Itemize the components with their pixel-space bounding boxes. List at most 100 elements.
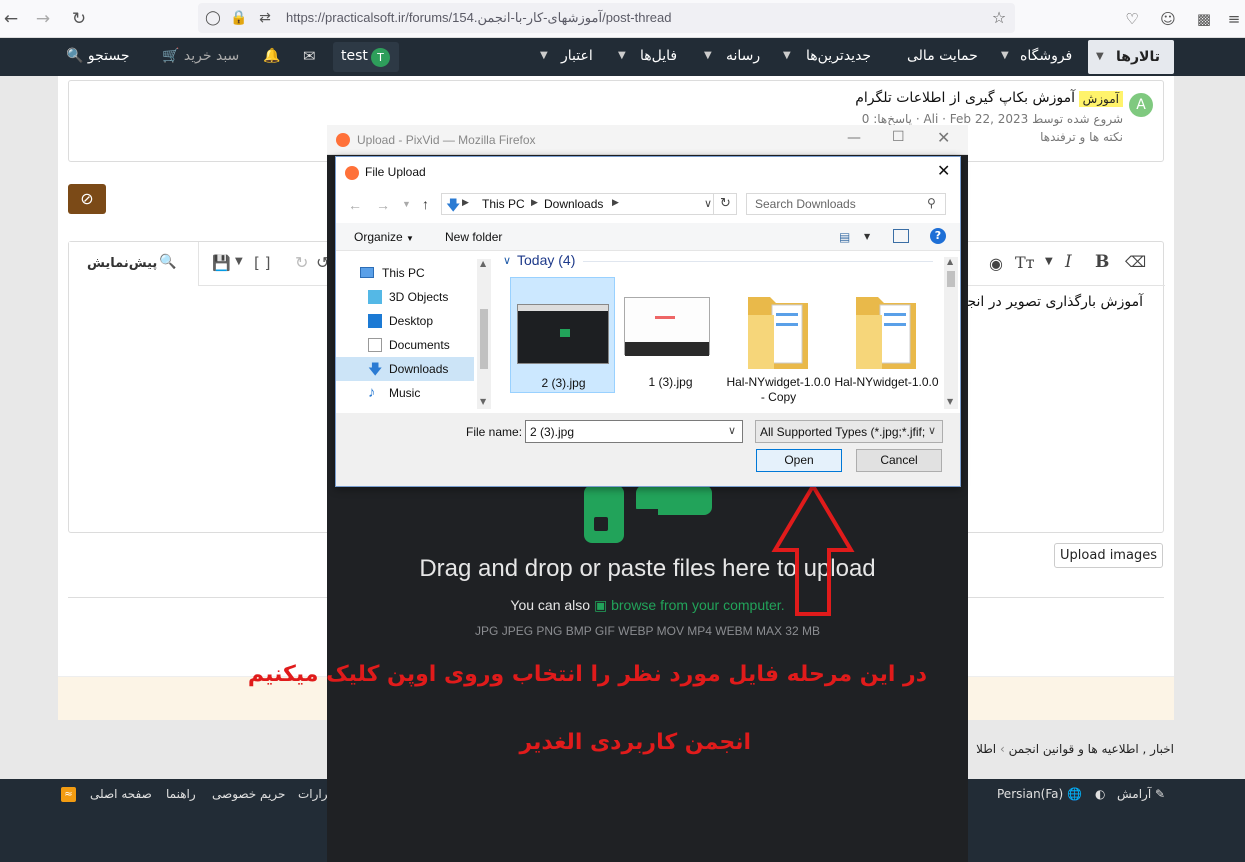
chevron-down-icon[interactable]: ▼ [480,397,486,406]
nav-item-store[interactable]: فروشگاه [1020,38,1072,74]
inbox-icon[interactable]: ✉ [303,38,316,74]
file-tile[interactable]: 2 (3).jpg [510,277,615,393]
organize-button[interactable]: Organize ▼ [354,230,414,244]
chevron-down-icon[interactable]: ∨ [704,197,712,210]
tree-item-3d-objects[interactable]: 3D Objects [336,285,476,309]
prefix-badge[interactable]: آموزش [1078,91,1123,107]
redo-icon[interactable]: ↻ [295,253,308,272]
extensions-icon[interactable]: ▩ [1193,8,1215,30]
view-icon[interactable]: ▤ [839,230,850,244]
chevron-down-icon[interactable]: ▼ [1096,40,1104,74]
cancel-button[interactable]: Cancel [856,449,942,472]
chevron-down-icon[interactable]: ▼ [540,38,548,74]
refresh-icon[interactable]: ↻ [713,193,737,215]
nav-item-files[interactable]: فایل‌ها [640,38,677,74]
user-menu[interactable]: test T [333,42,399,72]
browse-link[interactable]: browse from your computer. [611,597,785,613]
clear-format-icon[interactable]: ⌫ [1125,253,1146,271]
reload-icon[interactable]: ↻ [68,8,90,30]
chevron-down-icon[interactable]: ▼ [1001,38,1009,74]
bell-icon[interactable]: 🔔 [263,38,280,74]
preview-toggle[interactable]: پیش‌نمایش 🔍 [69,242,199,286]
path-downloads[interactable]: Downloads [544,197,603,211]
nav-item-latest[interactable]: جدیدترین‌ها [806,38,871,74]
footer-link-privacy[interactable]: حریم خصوصی [212,787,285,801]
up-icon[interactable]: ↑ [422,196,429,212]
tree-item-this-pc[interactable]: This PC [336,261,476,285]
folder-plus-icon[interactable]: ▣ [594,597,607,613]
chevron-down-icon[interactable]: ∨ [728,424,736,437]
account-icon[interactable]: ☺ [1157,8,1179,30]
search-button[interactable]: جستجو 🔍 [66,38,130,74]
footer-link-home[interactable]: صفحه اصلی [90,787,152,801]
url-bar[interactable]: ◯ 🔒 ⇄ https://practicalsoft.ir/forums/15… [198,3,1015,33]
chevron-down-icon[interactable]: ▼ [864,232,870,241]
search-downloads-input[interactable]: Search Downloads ⚲ [746,193,946,215]
forward-icon[interactable]: → [376,197,390,213]
chevron-down-icon[interactable]: ∨ [503,254,511,267]
chevron-down-icon[interactable]: ▼ [704,38,712,74]
upload-images-button[interactable]: Upload images [1054,543,1163,568]
tree-item-downloads[interactable]: 🡇 Downloads [336,357,474,381]
footer-link-help[interactable]: راهنما [166,787,196,801]
file-type-select[interactable]: All Supported Types (*.jpg;*.jfif; ∨ [755,420,943,443]
forward-icon[interactable]: → [32,8,54,30]
help-icon[interactable]: ? [930,228,946,244]
preview-pane-icon[interactable] [893,229,909,243]
chevron-down-icon[interactable]: ∨ [926,424,937,437]
group-header[interactable]: Today (4) [517,252,575,268]
tree-item-desktop[interactable]: Desktop [336,309,476,333]
palette-icon[interactable]: ◉ [989,254,1003,273]
pocket-icon[interactable]: ♡ [1121,8,1143,30]
address-bar[interactable]: 🡇 ▶ This PC ▶ Downloads ▶ ∨ [441,193,737,215]
font-size-icon[interactable]: Tт [1015,253,1035,272]
chevron-down-icon[interactable]: ▼ [235,256,243,267]
nav-scrollbar[interactable]: ▲ ▼ [477,259,491,409]
nav-item-media[interactable]: رسانه [726,38,760,74]
breadcrumb-item[interactable]: اطلا [976,742,996,756]
tree-item-documents[interactable]: Documents [336,333,476,357]
chevron-up-icon[interactable]: ▲ [480,259,486,268]
permissions-icon[interactable]: ⇄ [254,7,276,29]
scrollbar-thumb[interactable] [947,271,955,287]
maximize-icon[interactable]: ☐ [892,129,905,145]
menu-icon[interactable]: ≡ [1223,8,1245,30]
nav-item-donate[interactable]: حمایت مالی [907,38,978,74]
new-folder-button[interactable]: New folder [445,230,502,244]
save-draft-icon[interactable]: 💾 [212,254,231,272]
recent-dropdown-icon[interactable]: ▼ [402,199,411,209]
close-icon[interactable]: ✕ [937,161,950,180]
theme-switch[interactable]: ✎ آرامش [1117,787,1165,801]
scrollbar-thumb[interactable] [480,309,488,369]
contrast-icon[interactable]: ◐ [1095,787,1105,801]
italic-icon[interactable]: I [1065,252,1072,272]
cart-button[interactable]: سبد خرید 🛒 [162,38,239,74]
fullscreen-icon[interactable]: [ ] [254,254,270,272]
thread-forum[interactable]: نکته ها و ترفندها [1040,130,1123,144]
file-tile[interactable]: Hal-NYwidget-1.0.0 [834,277,939,393]
file-tile[interactable]: 1 (3).jpg [618,277,723,393]
files-scrollbar[interactable]: ▲ ▼ [944,257,958,409]
chevron-down-icon[interactable]: ▼ [947,397,953,406]
tree-item-music[interactable]: ♪ Music [336,381,476,405]
rss-icon[interactable]: ≈ [61,787,76,802]
shield-icon[interactable]: ◯ [202,7,224,29]
chevron-down-icon[interactable]: ▼ [783,38,791,74]
file-name-input[interactable]: 2 (3).jpg ∨ [525,420,743,443]
nav-item-forums[interactable]: تالارها ▼ [1088,40,1174,74]
file-tile[interactable]: Hal-NYwidget-1.0.0 - Copy [726,277,831,404]
nav-item-credit[interactable]: اعتبار [561,38,593,74]
chevron-down-icon[interactable]: ▼ [1045,256,1053,267]
back-icon[interactable]: ← [348,197,362,213]
prefix-clear-button[interactable]: ⊘ [68,184,106,214]
url-text[interactable]: https://practicalsoft.ir/forums/154.آموز… [286,10,671,26]
breadcrumb-item[interactable]: اخبار , اطلاعیه ها و قوانین انجمن [1009,742,1174,756]
language-switch[interactable]: Persian(Fa) 🌐 [997,787,1082,801]
editor-content[interactable]: آموزش بارگذاری تصویر در انجم [958,294,1143,310]
chevron-down-icon[interactable]: ▼ [618,38,626,74]
path-this-pc[interactable]: This PC [482,197,525,211]
open-button[interactable]: Open [756,449,842,472]
minimize-icon[interactable]: — [847,130,861,146]
close-icon[interactable]: ✕ [937,128,950,147]
thread-title[interactable]: آموزش بکاپ گیری از اطلاعات تلگرام [855,90,1075,106]
